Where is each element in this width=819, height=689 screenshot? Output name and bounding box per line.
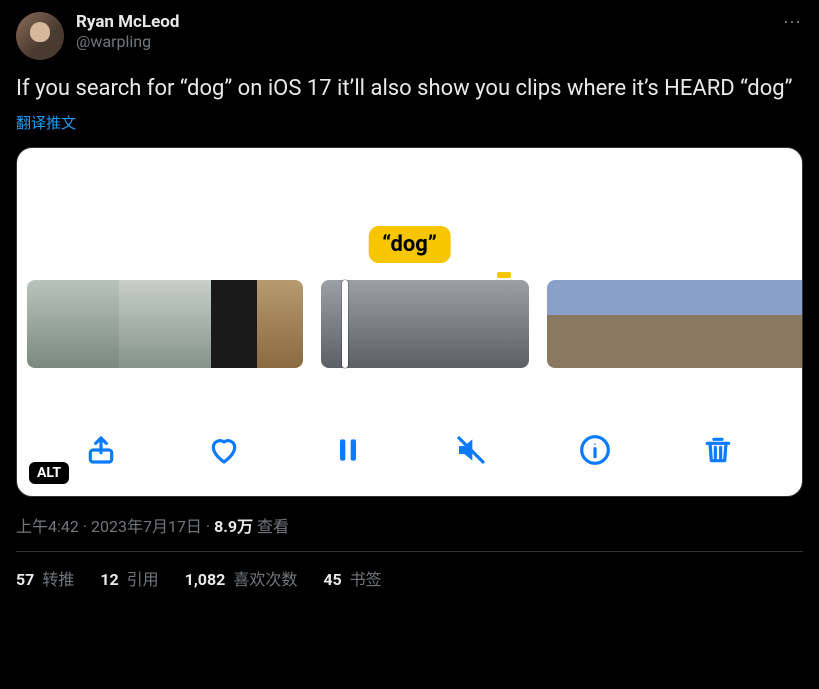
clip-thumbnail[interactable] <box>27 280 303 368</box>
mute-icon[interactable] <box>453 432 489 468</box>
tweet-meta: 上午4:42 · 2023年7月17日 · 8.9万 查看 <box>16 513 803 537</box>
media-card[interactable]: “dog” <box>16 147 803 497</box>
tweet-header: Ryan McLeod @warpling ⋯ <box>16 12 803 60</box>
time[interactable]: 上午4:42 <box>16 517 79 536</box>
tweet-text: If you search for “dog” on iOS 17 it’ll … <box>16 74 803 104</box>
clip-thumbnail[interactable] <box>547 280 803 368</box>
info-icon[interactable] <box>577 432 613 468</box>
clip-thumbnail[interactable] <box>321 280 529 368</box>
trash-icon[interactable] <box>700 432 736 468</box>
share-icon[interactable] <box>83 432 119 468</box>
playhead[interactable] <box>342 280 348 368</box>
bookmarks-stat[interactable]: 45 书签 <box>323 566 381 590</box>
handle: @warpling <box>76 32 179 51</box>
author-block[interactable]: Ryan McLeod @warpling <box>76 12 179 52</box>
likes-stat[interactable]: 1,082 喜欢次数 <box>185 566 298 590</box>
heart-icon[interactable] <box>206 432 242 468</box>
pause-icon[interactable] <box>330 432 366 468</box>
display-name: Ryan McLeod <box>76 12 179 32</box>
media-toolbar <box>17 432 802 468</box>
tweet: Ryan McLeod @warpling ⋯ If you search fo… <box>0 0 819 602</box>
video-timeline[interactable] <box>17 280 802 368</box>
retweets-stat[interactable]: 57 转推 <box>16 566 74 590</box>
caption-bubble: “dog” <box>368 226 451 263</box>
alt-badge[interactable]: ALT <box>29 462 69 484</box>
divider <box>16 551 803 552</box>
quotes-stat[interactable]: 12 引用 <box>100 566 158 590</box>
views-count: 8.9万 <box>214 517 253 536</box>
avatar[interactable] <box>16 12 64 60</box>
translate-link[interactable]: 翻译推文 <box>16 112 803 133</box>
caption-tick <box>497 272 511 278</box>
date[interactable]: 2023年7月17日 <box>91 517 202 536</box>
views-label: 查看 <box>253 517 289 536</box>
more-icon[interactable]: ⋯ <box>783 12 803 33</box>
tweet-stats: 57 转推 12 引用 1,082 喜欢次数 45 书签 <box>16 566 803 590</box>
